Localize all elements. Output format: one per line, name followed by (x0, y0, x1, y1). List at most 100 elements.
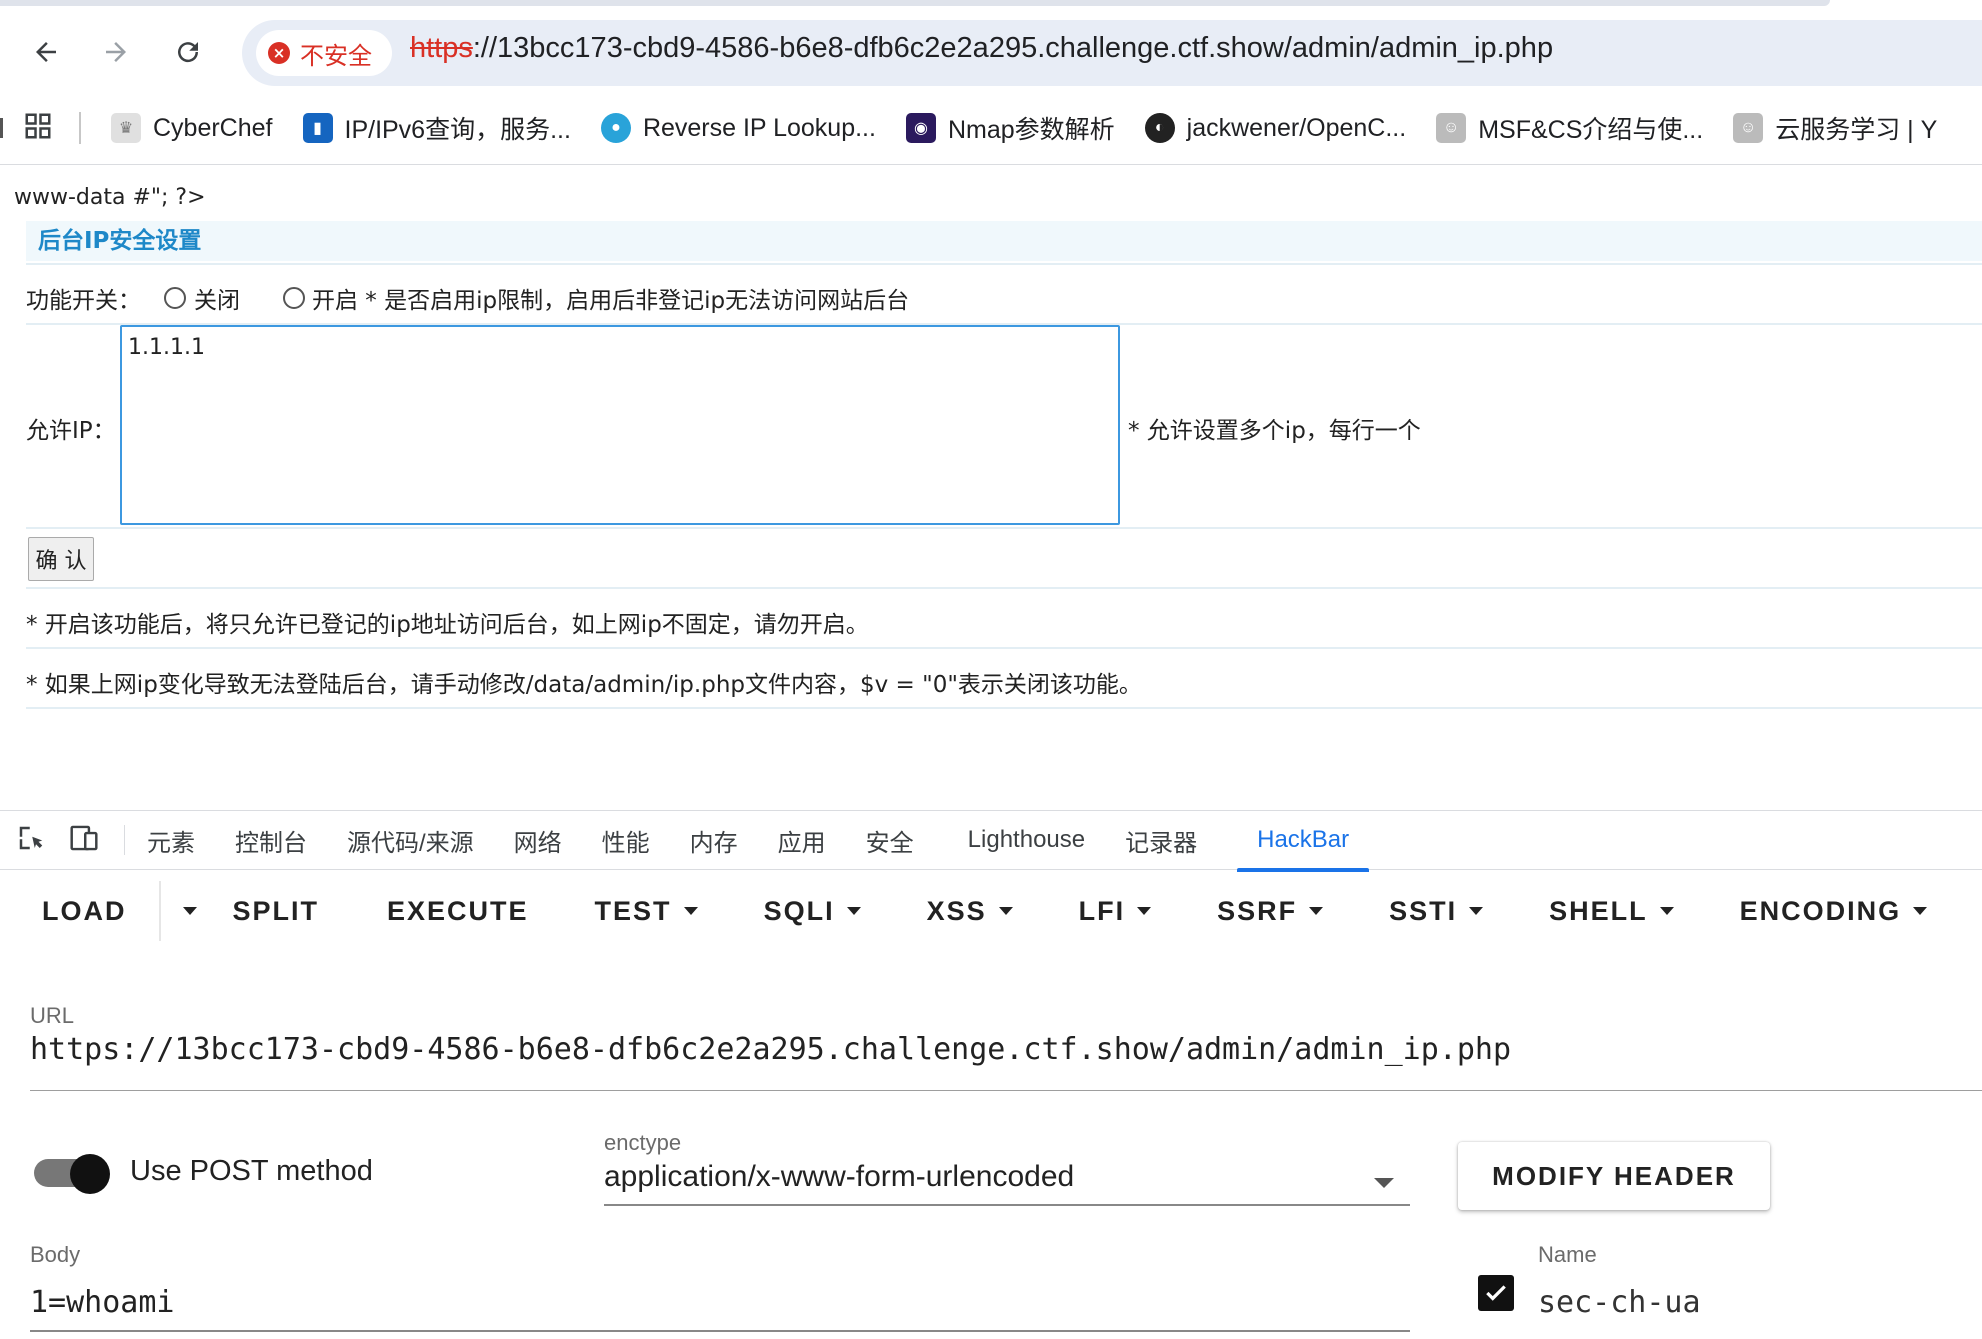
tab-elements[interactable]: 元素 (147, 823, 195, 858)
bookmark-ip-lookup[interactable]: ▮ IP/IPv6查询，服务... (302, 110, 571, 146)
bookmark-msf-cs[interactable]: ☺ MSF&CS介绍与使... (1436, 110, 1703, 146)
split-button[interactable]: SPLIT (233, 896, 320, 927)
forward-arrow-icon[interactable] (90, 26, 142, 78)
tab-lighthouse[interactable]: Lighthouse (968, 826, 1085, 854)
tab-performance[interactable]: 性能 (602, 823, 650, 858)
checkmark-icon (1486, 1285, 1506, 1301)
chevron-down-icon (1913, 907, 1928, 915)
url-path: ://13bcc173-cbd9-4586-b6e8-dfb6c2e2a295.… (472, 32, 1554, 64)
modify-header-button[interactable]: MODIFY HEADER (1458, 1142, 1770, 1210)
load-menu-button[interactable] (171, 907, 197, 915)
enctype-label: enctype (604, 1130, 682, 1155)
encoding-label: ENCODING (1739, 895, 1902, 926)
row-divider (26, 587, 1982, 589)
hackbar-body-input[interactable]: 1=whoami (30, 1285, 175, 1320)
bookmark-edge-icon (0, 118, 11, 138)
shell-menu-button[interactable]: SHELL (1549, 896, 1674, 927)
radio-on-label: 开启 * 是否启用ip限制，启用后非登记ip无法访问网站后台 (312, 288, 910, 314)
header-enable-checkbox[interactable] (1478, 1275, 1514, 1311)
header-name-label: Name (1538, 1242, 1597, 1267)
tab-console[interactable]: 控制台 (235, 823, 307, 858)
ssti-menu-button[interactable]: SSTI (1389, 895, 1484, 927)
chevron-down-icon (1659, 907, 1674, 915)
avatar-icon: ☺ (1733, 113, 1764, 143)
section-title: 后台IP安全设置 (26, 221, 1982, 261)
allow-ip-textarea[interactable] (120, 325, 1120, 525)
tab-network[interactable]: 网络 (514, 823, 562, 858)
xss-label: XSS (926, 895, 987, 926)
chevron-down-icon (182, 907, 197, 915)
tab-recorder[interactable]: 记录器 (1125, 823, 1197, 858)
tab-application[interactable]: 应用 (778, 823, 826, 858)
radio-off[interactable] (164, 287, 186, 309)
lfi-label: LFI (1078, 895, 1126, 926)
tab-security[interactable]: 安全 (866, 823, 914, 858)
chevron-down-icon (846, 907, 861, 915)
inspect-element-icon[interactable] (16, 823, 46, 857)
ssrf-menu-button[interactable]: SSRF (1217, 896, 1324, 927)
sqli-menu-button[interactable]: SQLI (764, 896, 861, 927)
test-label: TEST (594, 895, 672, 926)
body-field-label: Body (30, 1242, 81, 1267)
url-field-label: URL (30, 1003, 75, 1028)
sqli-label: SQLI (763, 895, 835, 926)
devtools-divider (124, 825, 125, 855)
post-method-label: Use POST method (130, 1155, 373, 1187)
chevron-down-icon (683, 907, 698, 915)
row-divider (26, 707, 1982, 709)
security-indicator[interactable]: × 不安全 (256, 30, 392, 76)
encoding-menu-button[interactable]: ENCODING (1740, 896, 1928, 927)
bookmark-label: CyberChef (153, 113, 273, 142)
chevron-down-icon (1137, 907, 1152, 915)
leaked-output: www-data #"; ?> (14, 185, 206, 210)
warning-icon: × (268, 42, 290, 64)
chevron-down-icon (1469, 907, 1484, 915)
lfi-menu-button[interactable]: LFI (1079, 896, 1152, 927)
confirm-button[interactable]: 确 认 (28, 537, 94, 581)
bookmarks-bar: ♛ CyberChef ▮ IP/IPv6查询，服务... ● Reverse … (0, 100, 1982, 156)
bookmark-label: Nmap参数解析 (947, 116, 1115, 144)
test-menu-button[interactable]: TEST (595, 896, 698, 927)
chevron-down-icon (1309, 907, 1324, 915)
bookmark-cyberchef[interactable]: ♛ CyberChef (111, 113, 273, 143)
enctype-underline (604, 1204, 1410, 1206)
location-pin-icon: ● (600, 113, 631, 143)
hackbar-toolbar: LOAD SPLIT EXECUTE TEST SQLI XSS LFI SSR… (0, 881, 1982, 941)
allow-ip-label: 允许IP： (26, 418, 116, 444)
tab-hackbar[interactable]: HackBar (1237, 826, 1370, 872)
reload-icon[interactable] (162, 26, 214, 78)
execute-button[interactable]: EXECUTE (387, 896, 529, 927)
device-toolbar-icon[interactable] (68, 823, 100, 857)
row-divider (26, 263, 1982, 265)
tab-sources[interactable]: 源代码/来源 (347, 823, 474, 858)
radio-on[interactable] (283, 287, 305, 309)
note-1: * 开启该功能后，将只允许已登记的ip地址访问后台，如上网ip不固定，请勿开启。 (26, 612, 869, 638)
bookmark-cloud[interactable]: ☺ 云服务学习 | Y (1733, 110, 1937, 146)
enctype-select[interactable]: application/x-www-form-urlencoded (604, 1160, 1074, 1194)
post-toggle-knob[interactable] (70, 1154, 110, 1194)
xss-menu-button[interactable]: XSS (927, 896, 1013, 927)
avatar-icon: ☺ (1436, 113, 1467, 143)
hackbar-url-input[interactable]: https://13bcc173-cbd9-4586-b6e8-dfb6c2e2… (30, 1032, 1511, 1067)
chevron-down-icon (998, 907, 1013, 915)
url-scheme: https (410, 32, 473, 64)
bookmark-reverse-ip[interactable]: ● Reverse IP Lookup... (600, 113, 876, 143)
devtools-tabbar: 元素 控制台 源代码/来源 网络 性能 内存 应用 安全 Lighthouse … (0, 811, 1982, 872)
header-name-input[interactable]: sec-ch-ua (1538, 1285, 1701, 1320)
bookmark-label: 云服务学习 | Y (1775, 116, 1938, 144)
dropdown-arrow-icon[interactable] (1374, 1178, 1394, 1188)
load-button[interactable]: LOAD (42, 896, 127, 927)
apps-grid-icon[interactable] (23, 111, 53, 145)
security-label: 不安全 (300, 41, 372, 70)
bookmark-github[interactable]: ◐ jackwener/OpenC... (1144, 113, 1407, 143)
bookmark-label: jackwener/OpenC... (1186, 113, 1407, 142)
tab-memory[interactable]: 内存 (690, 823, 738, 858)
bookmark-nmap[interactable]: ◉ Nmap参数解析 (905, 110, 1115, 146)
url-underline (30, 1090, 1982, 1091)
ssti-label: SSTI (1389, 895, 1458, 926)
row-divider (26, 647, 1982, 649)
address-url[interactable]: https://13bcc173-cbd9-4586-b6e8-dfb6c2e2… (410, 32, 1553, 65)
eye-icon: ◉ (905, 113, 936, 143)
back-arrow-icon[interactable] (20, 26, 72, 78)
devtools-panel: 元素 控制台 源代码/来源 网络 性能 内存 应用 安全 Lighthouse … (0, 810, 1982, 1339)
